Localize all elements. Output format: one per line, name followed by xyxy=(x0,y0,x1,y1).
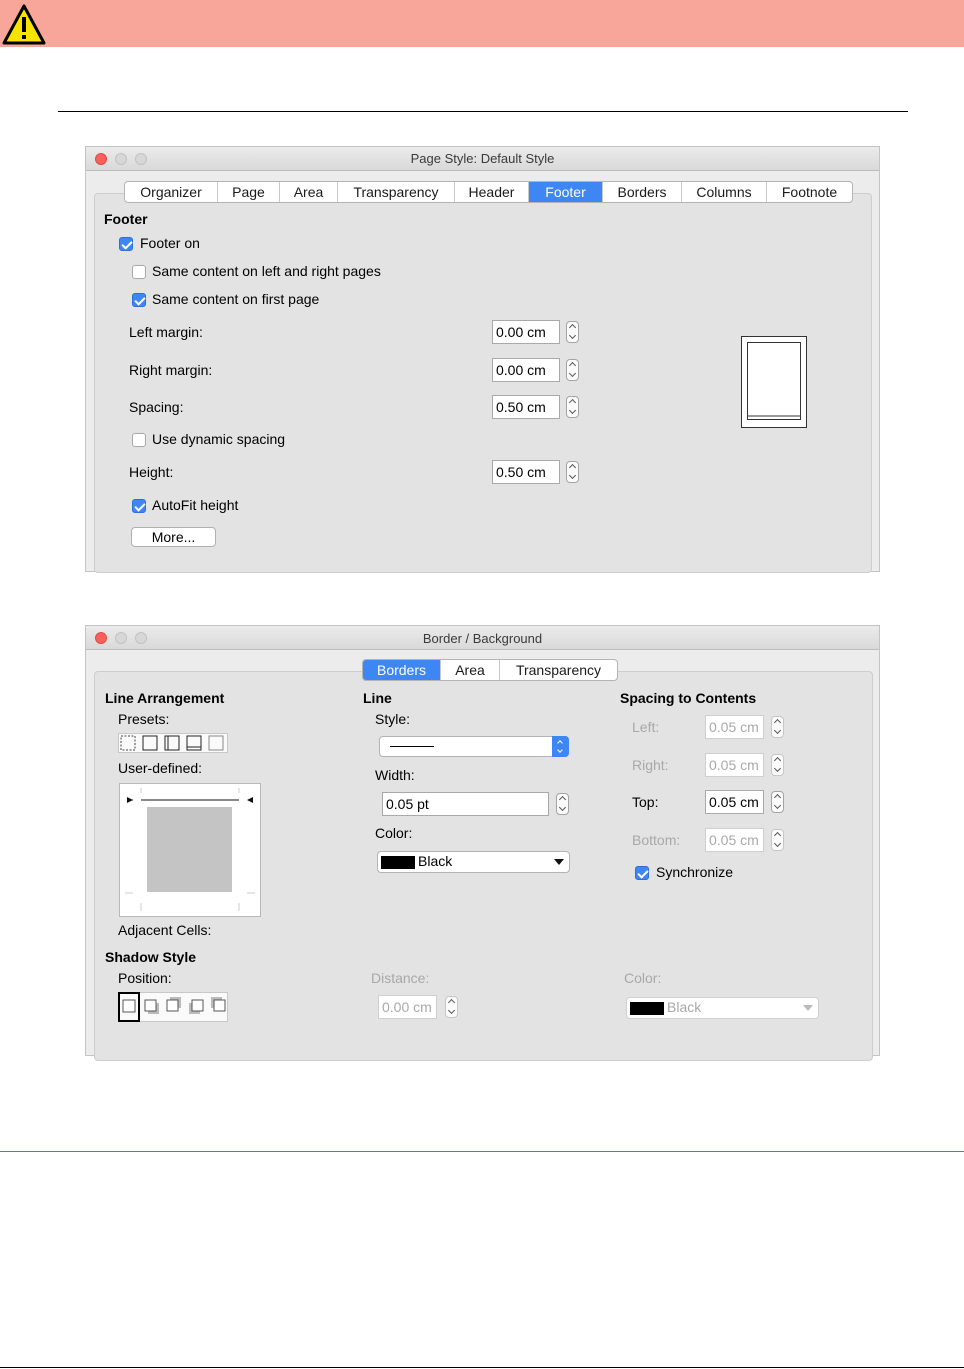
dynamic-spacing-checkbox[interactable] xyxy=(132,433,146,447)
spacing-left-stepper[interactable] xyxy=(771,716,784,738)
section-heading: Footer xyxy=(104,211,148,227)
warning-banner xyxy=(0,0,964,47)
same-left-right-checkbox[interactable] xyxy=(132,265,146,279)
warning-triangle-icon xyxy=(2,4,46,45)
spacing-top-stepper[interactable] xyxy=(771,791,784,813)
spacing-right-label: Right: xyxy=(632,757,669,773)
tab-organizer[interactable]: Organizer xyxy=(125,182,218,202)
autofit-height-checkbox[interactable] xyxy=(132,499,146,513)
spacing-right-stepper[interactable] xyxy=(771,754,784,776)
dynamic-spacing-label: Use dynamic spacing xyxy=(152,431,286,447)
position-label: Position: xyxy=(118,970,172,986)
dialog-title: Page Style: Default Style xyxy=(410,151,555,166)
chevron-down-icon xyxy=(554,859,564,865)
autofit-height-label: AutoFit height xyxy=(152,497,239,513)
spacing-stepper[interactable] xyxy=(566,396,579,418)
shadow-position-presets[interactable] xyxy=(118,992,228,1022)
height-label: Height: xyxy=(129,464,174,480)
user-defined-label: User-defined: xyxy=(118,760,203,776)
shadow-distance-stepper[interactable] xyxy=(445,996,458,1018)
line-heading: Line xyxy=(363,690,392,706)
line-style-select[interactable] xyxy=(379,736,569,757)
title-bar: Page Style: Default Style xyxy=(86,147,879,171)
spacing-right-field[interactable]: 0.05 cm xyxy=(705,753,764,777)
line-width-field[interactable]: 0.05 pt xyxy=(382,792,549,816)
synchronize-label: Synchronize xyxy=(656,864,734,880)
section-rule-green xyxy=(0,1151,964,1152)
right-margin-stepper[interactable] xyxy=(566,359,579,381)
spacing-left-label: Left: xyxy=(632,719,660,735)
color-swatch xyxy=(381,856,415,869)
spacing-left-field[interactable]: 0.05 cm xyxy=(705,715,764,739)
right-margin-label: Right margin: xyxy=(129,362,213,378)
shadow-color-select[interactable]: Black xyxy=(626,997,819,1019)
user-defined-border-editor[interactable] xyxy=(119,783,261,917)
left-margin-stepper[interactable] xyxy=(566,321,579,343)
tab-area[interactable]: Area xyxy=(441,660,500,680)
style-label: Style: xyxy=(375,711,411,727)
more-button[interactable]: More... xyxy=(131,527,216,547)
spacing-heading: Spacing to Contents xyxy=(620,690,757,706)
line-color-value: Black xyxy=(418,853,453,869)
tab-footnote[interactable]: Footnote xyxy=(767,182,852,202)
tab-transparency[interactable]: Transparency xyxy=(500,660,617,680)
right-margin-field[interactable]: 0.00 cm xyxy=(492,358,560,382)
same-first-page-label: Same content on first page xyxy=(152,291,320,307)
tab-page[interactable]: Page xyxy=(218,182,280,202)
shadow-color-value: Black xyxy=(667,999,702,1015)
line-width-stepper[interactable] xyxy=(556,793,569,815)
color-swatch xyxy=(630,1002,664,1015)
spacing-field[interactable]: 0.50 cm xyxy=(492,395,560,419)
shadow-color-label: Color: xyxy=(624,970,662,986)
line-color-select[interactable]: Black xyxy=(377,851,570,873)
tab-bar: Organizer Page Area Transparency Header … xyxy=(124,181,853,203)
tab-footer[interactable]: Footer xyxy=(529,182,603,202)
shadow-style-heading: Shadow Style xyxy=(105,949,197,965)
spacing-label: Spacing: xyxy=(129,399,184,415)
tab-borders[interactable]: Borders xyxy=(363,660,441,680)
spacing-bottom-field[interactable]: 0.05 cm xyxy=(705,828,764,852)
color-label: Color: xyxy=(375,825,413,841)
spacing-top-field[interactable]: 0.05 cm xyxy=(705,790,764,814)
spacing-bottom-label: Bottom: xyxy=(632,832,681,848)
left-margin-label: Left margin: xyxy=(129,324,203,340)
spacing-top-label: Top: xyxy=(632,794,659,810)
same-left-right-label: Same content on left and right pages xyxy=(152,263,381,279)
width-label: Width: xyxy=(375,767,415,783)
left-margin-field[interactable]: 0.00 cm xyxy=(492,320,560,344)
same-first-page-checkbox[interactable] xyxy=(132,293,146,307)
title-bar: Border / Background xyxy=(86,626,879,650)
tab-columns[interactable]: Columns xyxy=(682,182,767,202)
height-field[interactable]: 0.50 cm xyxy=(492,460,560,484)
page-style-dialog: Page Style: Default Style Organizer Page… xyxy=(85,146,880,573)
tab-header[interactable]: Header xyxy=(455,182,529,202)
line-style-preview xyxy=(390,746,434,747)
tab-borders[interactable]: Borders xyxy=(603,182,682,202)
select-arrows-icon xyxy=(552,736,569,757)
border-presets[interactable] xyxy=(118,733,228,753)
chevron-down-icon xyxy=(803,1005,813,1011)
line-arrangement-heading: Line Arrangement xyxy=(105,690,225,706)
footer-on-checkbox[interactable] xyxy=(119,237,133,251)
dialog-title: Border / Background xyxy=(422,631,543,646)
height-stepper[interactable] xyxy=(566,461,579,483)
footer-on-label: Footer on xyxy=(140,235,200,251)
page-preview xyxy=(741,336,807,428)
tab-transparency[interactable]: Transparency xyxy=(338,182,455,202)
spacing-bottom-stepper[interactable] xyxy=(771,829,784,851)
shadow-distance-field[interactable]: 0.00 cm xyxy=(378,995,437,1019)
tab-bar: Borders Area Transparency xyxy=(362,659,618,681)
border-background-dialog: Border / Background Borders Area Transpa… xyxy=(85,625,880,1061)
page-bottom-rule xyxy=(0,1367,964,1368)
tab-area[interactable]: Area xyxy=(280,182,338,202)
section-rule xyxy=(58,111,908,112)
presets-label: Presets: xyxy=(118,711,170,727)
adjacent-cells-label: Adjacent Cells: xyxy=(118,922,212,938)
synchronize-checkbox[interactable] xyxy=(635,866,649,880)
distance-label: Distance: xyxy=(371,970,430,986)
